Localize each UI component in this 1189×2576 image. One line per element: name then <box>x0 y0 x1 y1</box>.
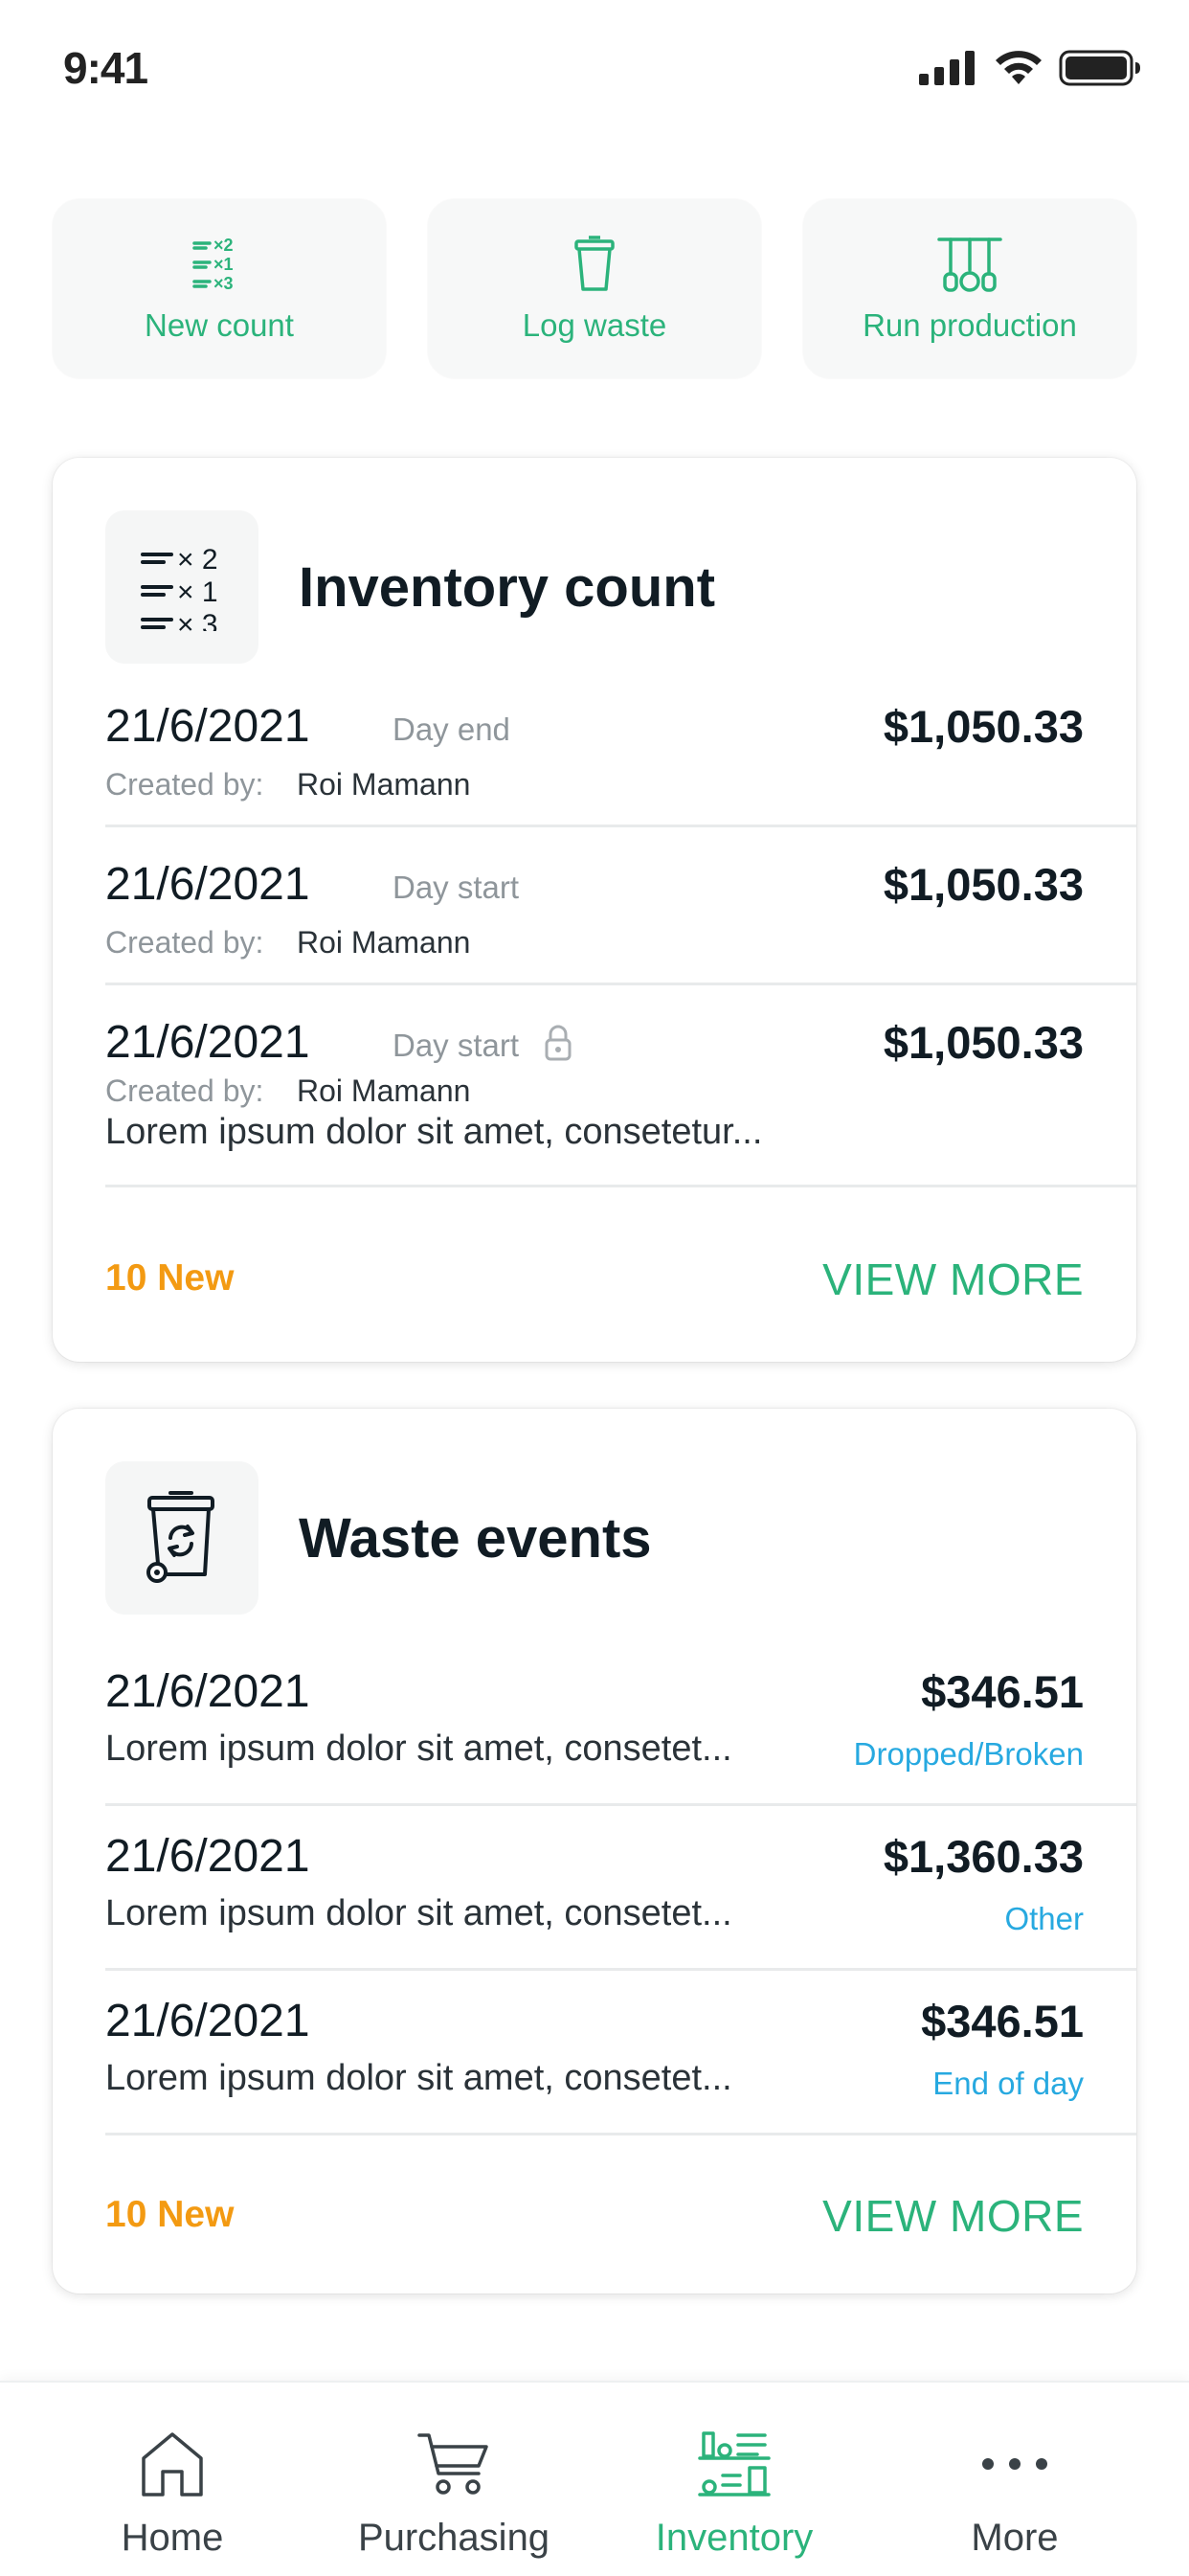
status-time: 9:41 <box>63 43 148 93</box>
inventory-count-row[interactable]: 21/6/2021 Day end $1,050.33 Created by: … <box>105 700 1136 827</box>
created-by-label: Created by: <box>105 1073 264 1108</box>
waste-event-row[interactable]: 21/6/2021 $346.51 Lorem ipsum dolor sit … <box>105 1665 1136 1806</box>
row-amount: $1,360.33 <box>883 1831 1084 1882</box>
battery-icon <box>1059 50 1140 86</box>
run-production-button[interactable]: Run production <box>803 199 1136 378</box>
new-count-button[interactable]: ×2 ×1 ×3 New count <box>53 199 386 378</box>
tab-home[interactable]: Home <box>29 2383 316 2576</box>
waste-events-title: Waste events <box>299 1506 652 1570</box>
kitchen-tools-icon <box>937 235 1002 294</box>
new-count-badge: 10 New <box>105 2194 235 2235</box>
new-count-label: New count <box>145 306 294 343</box>
row-date: 21/6/2021 <box>105 1017 310 1068</box>
log-waste-button[interactable]: Log waste <box>428 199 761 378</box>
tab-label: Inventory <box>655 2517 814 2559</box>
inventory-shelves-icon <box>698 2427 771 2501</box>
row-note: Lorem ipsum dolor sit amet, consetet... <box>105 1893 732 1933</box>
wifi-icon <box>996 51 1042 84</box>
more-dots-icon <box>978 2427 1051 2501</box>
row-reason: End of day <box>932 2066 1084 2101</box>
created-by-label: Created by: <box>105 925 264 960</box>
row-amount: $1,050.33 <box>883 1017 1084 1068</box>
row-date: 21/6/2021 <box>105 1996 310 2046</box>
row-amount: $1,050.33 <box>883 701 1084 752</box>
run-production-label: Run production <box>863 306 1077 343</box>
view-more-button[interactable]: VIEW MORE <box>822 2190 1084 2242</box>
inventory-count-header: × 2 × 1 × 3 Inventory count <box>105 510 715 664</box>
row-amount: $346.51 <box>921 1666 1084 1717</box>
inventory-count-icon: × 2 × 1 × 3 <box>105 510 258 664</box>
home-icon <box>139 2427 206 2501</box>
row-tag: Day end <box>393 712 510 747</box>
svg-text:× 3: × 3 <box>177 609 218 631</box>
inventory-count-row[interactable]: 21/6/2021 Day start $1,050.33 Created by… <box>105 1016 1136 1187</box>
tab-purchasing[interactable]: Purchasing <box>310 2383 597 2576</box>
status-bar: 9:41 <box>0 0 1189 134</box>
svg-text:× 1: × 1 <box>177 576 218 608</box>
row-amount: $346.51 <box>921 1996 1084 2046</box>
waste-event-row[interactable]: 21/6/2021 $346.51 Lorem ipsum dolor sit … <box>105 1995 1136 2135</box>
cart-icon <box>417 2427 490 2501</box>
row-user: Roi Mamann <box>297 767 471 802</box>
row-user: Roi Mamann <box>297 1073 471 1108</box>
svg-text:×3: ×3 <box>213 274 234 293</box>
tab-label: More <box>971 2517 1059 2559</box>
waste-events-header: Waste events <box>105 1461 652 1615</box>
created-by-label: Created by: <box>105 767 264 802</box>
inventory-count-card: × 2 × 1 × 3 Inventory count 21/6/2021 Day … <box>53 458 1136 1362</box>
row-note: Lorem ipsum dolor sit amet, consetet... <box>105 2058 732 2098</box>
inventory-count-row[interactable]: 21/6/2021 Day start $1,050.33 Created by… <box>105 858 1136 985</box>
inventory-count-footer: 10 New VIEW MORE <box>105 1254 1084 1315</box>
log-waste-label: Log waste <box>522 306 667 343</box>
svg-text:× 2: × 2 <box>177 544 218 576</box>
quick-actions: ×2 ×1 ×3 New count Log waste Run product… <box>53 199 1136 378</box>
row-reason: Dropped/Broken <box>853 1736 1084 1772</box>
row-date: 21/6/2021 <box>105 1666 310 1717</box>
row-user: Roi Mamann <box>297 925 471 960</box>
row-note: Lorem ipsum dolor sit amet, consetet... <box>105 1729 732 1769</box>
count-list-icon: ×2 ×1 ×3 <box>192 235 246 294</box>
row-tag: Day start <box>393 870 520 905</box>
new-count-badge: 10 New <box>105 1257 235 1299</box>
waste-event-row[interactable]: 21/6/2021 $1,360.33 Lorem ipsum dolor si… <box>105 1830 1136 1971</box>
svg-text:×2: ×2 <box>213 236 234 255</box>
trash-bin-icon <box>573 235 616 294</box>
row-tag: Day start <box>393 1028 520 1063</box>
row-reason: Other <box>1004 1901 1084 1936</box>
view-more-button[interactable]: VIEW MORE <box>822 1254 1084 1305</box>
row-date: 21/6/2021 <box>105 701 310 752</box>
waste-events-footer: 10 New VIEW MORE <box>105 2191 1084 2251</box>
tab-bar: Home Purchasing Inventory More <box>0 2381 1189 2576</box>
status-icons <box>919 50 1141 86</box>
row-date: 21/6/2021 <box>105 859 310 910</box>
inventory-count-title: Inventory count <box>299 555 716 619</box>
tab-inventory[interactable]: Inventory <box>591 2383 878 2576</box>
tab-label: Purchasing <box>357 2517 550 2559</box>
waste-events-icon <box>105 1461 258 1615</box>
waste-events-card: Waste events 21/6/2021 $346.51 Lorem ips… <box>53 1409 1136 2294</box>
signal-icon <box>919 51 975 85</box>
tab-label: Home <box>121 2517 224 2559</box>
tab-more[interactable]: More <box>871 2383 1158 2576</box>
row-date: 21/6/2021 <box>105 1831 310 1882</box>
row-note: Lorem ipsum dolor sit amet, consetetur..… <box>105 1112 763 1152</box>
lock-icon <box>544 1024 572 1067</box>
row-amount: $1,050.33 <box>883 859 1084 910</box>
svg-text:×1: ×1 <box>213 255 234 274</box>
